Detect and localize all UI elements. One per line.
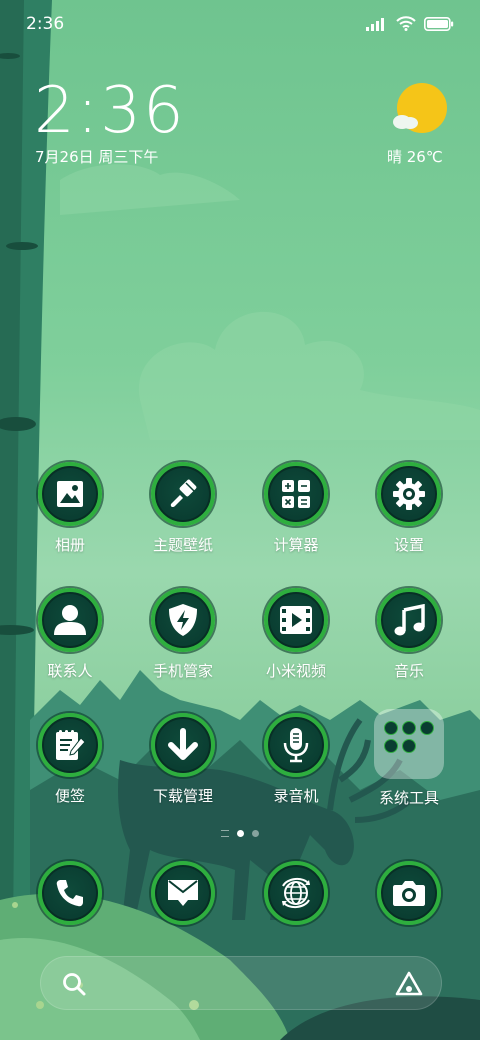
- folder-icon: [374, 709, 444, 779]
- dock-messages[interactable]: [133, 861, 233, 925]
- app-gallery[interactable]: 相册: [20, 462, 120, 555]
- search-icon[interactable]: [61, 971, 87, 997]
- app-label: 下载管理: [152, 787, 213, 805]
- message-icon: [168, 880, 198, 906]
- shield-bolt-icon: [169, 604, 197, 636]
- status-time: 2:36: [26, 14, 65, 34]
- app-label: 便签: [54, 787, 85, 805]
- phone-icon: [56, 880, 83, 907]
- app-label: 主题壁纸: [152, 536, 213, 554]
- clock-time[interactable]: 2:36: [34, 74, 186, 148]
- app-label: 录音机: [273, 787, 319, 805]
- download-arrow-icon: [168, 728, 198, 760]
- person-icon: [54, 605, 86, 635]
- status-bar: 2:36: [0, 0, 480, 50]
- calculator-icon: [282, 480, 310, 508]
- app-notes[interactable]: 便签: [20, 713, 120, 806]
- clock-date: 7月26日 周三下午: [35, 148, 159, 166]
- dock-phone[interactable]: [20, 861, 120, 925]
- page-dot[interactable]: [252, 830, 259, 837]
- app-label: 小米视频: [265, 662, 326, 680]
- music-note-icon: [394, 604, 425, 636]
- app-contacts[interactable]: 联系人: [20, 588, 120, 681]
- page-dot-active[interactable]: [237, 830, 244, 837]
- app-label: 相册: [54, 536, 85, 554]
- battery-icon: [424, 16, 454, 31]
- gear-icon: [393, 478, 425, 510]
- wifi-icon: [396, 16, 416, 31]
- app-folder-system-tools[interactable]: 系统工具: [359, 709, 459, 808]
- app-label: 计算器: [273, 536, 319, 554]
- page-indicator[interactable]: [200, 830, 280, 837]
- app-music[interactable]: 音乐: [359, 588, 459, 681]
- app-label: 联系人: [47, 662, 93, 680]
- camera-icon: [393, 881, 425, 906]
- app-recorder[interactable]: 录音机: [246, 713, 346, 806]
- app-downloads[interactable]: 下载管理: [133, 713, 233, 806]
- status-icons: [366, 16, 454, 31]
- app-security[interactable]: 手机管家: [133, 588, 233, 681]
- assistant-icon[interactable]: [395, 970, 423, 998]
- gallery-icon: [57, 481, 83, 507]
- notepad-icon: [56, 730, 86, 760]
- signal-icon: [366, 17, 384, 31]
- dock-camera[interactable]: [359, 861, 459, 925]
- app-label: 手机管家: [152, 662, 213, 680]
- app-themes[interactable]: 主题壁纸: [133, 462, 233, 555]
- brush-icon: [170, 479, 197, 508]
- browser-globe-icon: [282, 878, 310, 908]
- app-label: 系统工具: [378, 789, 439, 807]
- dock-browser[interactable]: [246, 861, 346, 925]
- app-settings[interactable]: 设置: [359, 462, 459, 555]
- feed-page-dot[interactable]: [221, 830, 229, 837]
- search-bar[interactable]: [40, 956, 442, 1010]
- app-label: 设置: [393, 536, 424, 554]
- film-play-icon: [280, 606, 312, 634]
- app-label: 音乐: [393, 662, 424, 680]
- app-video[interactable]: 小米视频: [246, 588, 346, 681]
- weather-text: 晴 26℃: [387, 148, 443, 166]
- sun-cloud-icon[interactable]: [388, 82, 448, 138]
- app-calculator[interactable]: 计算器: [246, 462, 346, 555]
- microphone-icon: [283, 728, 309, 763]
